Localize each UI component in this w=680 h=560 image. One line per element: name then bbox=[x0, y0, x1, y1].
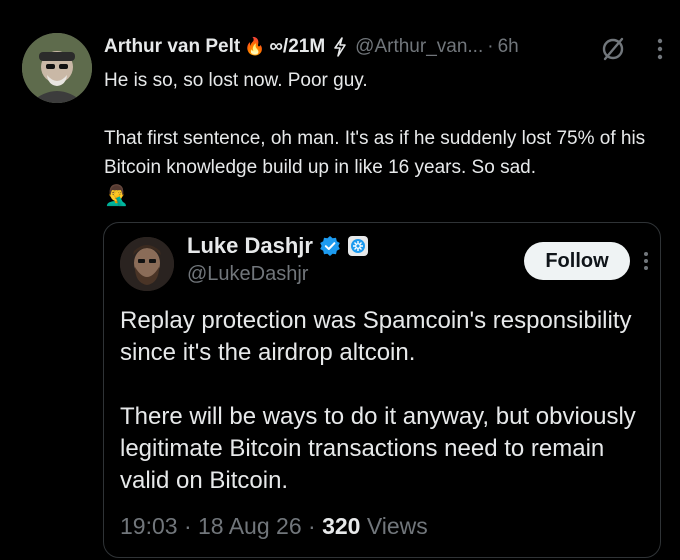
affiliate-badge-icon[interactable] bbox=[347, 235, 369, 257]
quoted-author-avatar[interactable] bbox=[120, 237, 174, 291]
facepalm-emoji: 🤦‍♂️ bbox=[104, 185, 129, 207]
grok-slash-icon[interactable] bbox=[598, 34, 628, 64]
tweet-paragraph-2: That first sentence, oh man. It's as if … bbox=[104, 128, 646, 178]
quoted-paragraph-2: There will be ways to do it anyway, but … bbox=[120, 403, 636, 494]
separator-dot: · bbox=[487, 36, 494, 57]
quoted-author-handle[interactable]: @LukeDashjr bbox=[187, 263, 308, 286]
views-label: Views bbox=[366, 513, 428, 539]
tweet-header: Arthur van Pelt 🔥 ∞/21M @Arthur_van... ·… bbox=[104, 34, 680, 60]
quoted-tweet-text: Replay protection was Spamcoin's respons… bbox=[120, 305, 650, 497]
meta-dot: · bbox=[308, 513, 316, 539]
views-count: 320 bbox=[322, 513, 361, 539]
lightning-bolt-icon bbox=[333, 37, 347, 57]
verified-badge-icon bbox=[319, 235, 341, 257]
quoted-author-name[interactable]: Luke Dashjr bbox=[187, 233, 313, 259]
quoted-paragraph-1: Replay protection was Spamcoin's respons… bbox=[120, 307, 632, 366]
fire-emoji: 🔥 bbox=[244, 37, 266, 56]
more-vertical-icon[interactable] bbox=[652, 36, 668, 62]
tweet-text: He is so, so lost now. Poor guy. That fi… bbox=[104, 66, 664, 211]
author-handle[interactable]: @Arthur_van... bbox=[355, 36, 483, 58]
quoted-time[interactable]: 19:03 bbox=[120, 513, 178, 539]
tweet-time[interactable]: 6h bbox=[498, 36, 519, 58]
tweet-line-1: He is so, so lost now. Poor guy. bbox=[104, 70, 368, 91]
author-name[interactable]: Arthur van Pelt bbox=[104, 36, 240, 58]
quoted-more-vertical-icon[interactable] bbox=[640, 249, 652, 273]
quoted-tweet-meta: 19:03 · 18 Aug 26 · 320 Views bbox=[120, 513, 428, 540]
quoted-tweet-card[interactable]: Luke Dashjr @LukeDashjr Follow Replay pr… bbox=[103, 222, 661, 558]
quoted-name-row: Luke Dashjr bbox=[187, 231, 369, 261]
author-avatar[interactable] bbox=[22, 33, 92, 103]
quoted-date[interactable]: 18 Aug 26 bbox=[198, 513, 302, 539]
follow-button[interactable]: Follow bbox=[524, 242, 630, 280]
meta-dot: · bbox=[183, 513, 192, 539]
name-suffix: ∞/21M bbox=[269, 36, 326, 57]
